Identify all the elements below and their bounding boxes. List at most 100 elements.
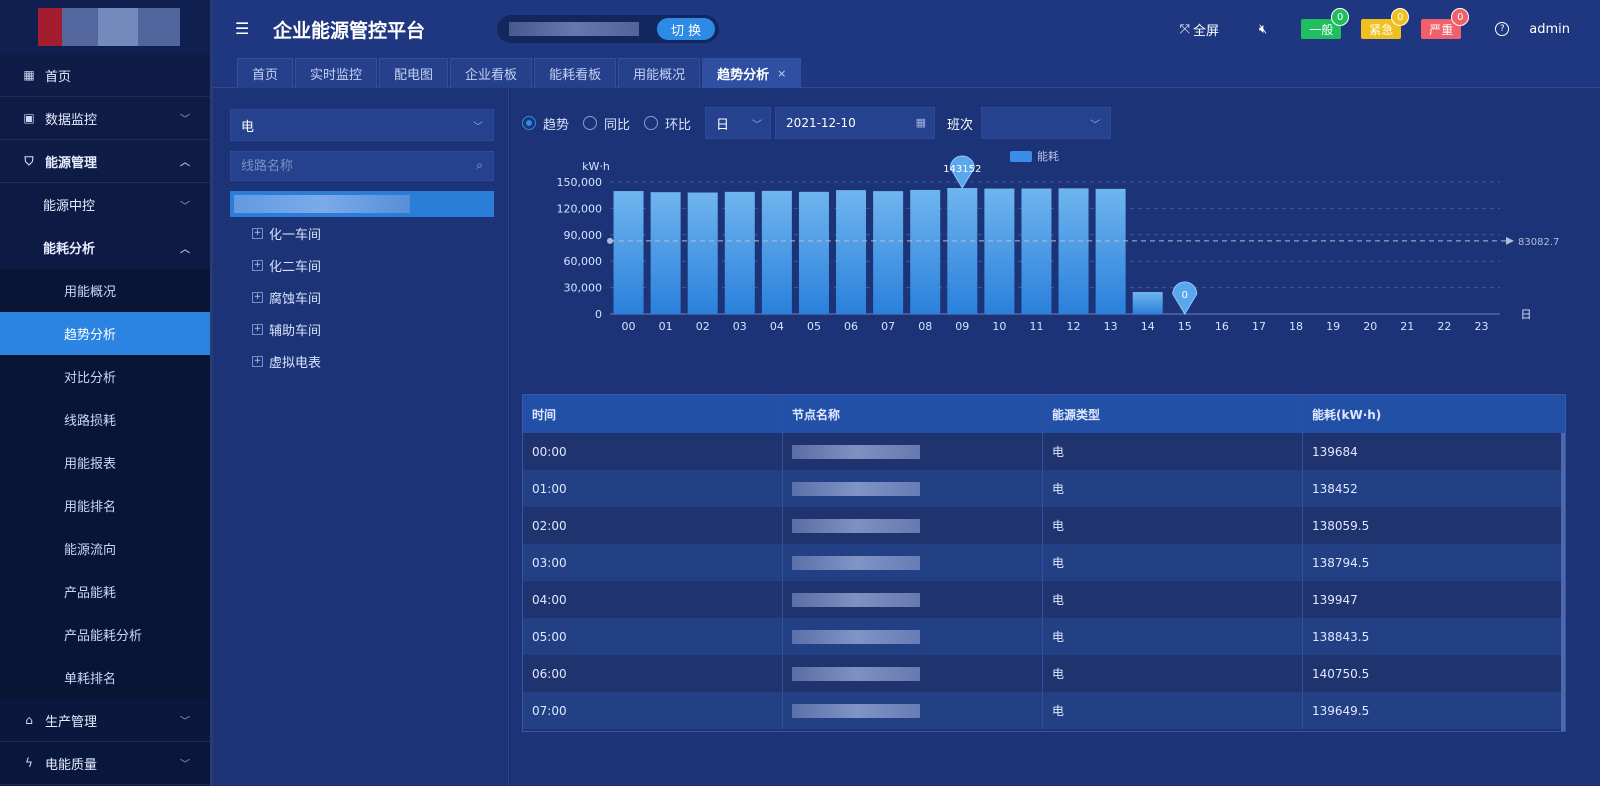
line-search-input[interactable] [241, 158, 441, 174]
alarm-badge-0[interactable]: 一般 0 [1301, 8, 1350, 39]
table-row[interactable]: 01:00 电 138452 [523, 470, 1565, 507]
alarm-badge-1[interactable]: 紧急 0 [1361, 8, 1410, 39]
table-row[interactable]: 06:00 电 140750.5 [523, 655, 1565, 692]
tree-node-label: 化一车间 [269, 227, 322, 243]
radio-option-0[interactable]: 趋势 [522, 114, 569, 133]
energy-type-select[interactable]: 电 ﹀ [230, 109, 494, 141]
tree-node[interactable]: + 辅助车间 [230, 313, 494, 345]
sidebar-item-label: 趋势分析 [64, 328, 117, 343]
legend-label: 能耗 [1037, 149, 1059, 163]
sidebar-item-9[interactable]: 用能报表 [0, 441, 210, 484]
expand-icon[interactable]: + [252, 259, 263, 271]
x-tick-label: 11 [1029, 320, 1043, 333]
top-header: ☰ 企业能源管控平台 切 换 ⤧ 全屏 🔇︎ 一般 0 紧急 0 严重 0 ? admin [213, 0, 1600, 58]
table-cell [783, 433, 1043, 470]
calendar-icon: ▦ [915, 116, 927, 129]
search-icon[interactable]: ⌕ [476, 158, 483, 173]
expand-icon[interactable]: + [252, 291, 263, 303]
column-header[interactable]: 节点名称 [783, 395, 1043, 433]
tree-root-node[interactable] [230, 191, 494, 217]
radio-option-2[interactable]: 环比 [644, 114, 691, 133]
sidebar-item-label: 用能概况 [64, 285, 117, 300]
column-header[interactable]: 时间 [523, 395, 783, 433]
radio-dot[interactable] [644, 116, 659, 130]
x-tick-label: 10 [992, 320, 1006, 333]
expand-icon[interactable]: + [252, 323, 263, 335]
tab-4[interactable]: 能耗看板 [534, 58, 617, 88]
tab-5[interactable]: 用能概况 [618, 58, 701, 88]
sidebar-item-7[interactable]: 对比分析 [0, 355, 210, 398]
tab-3[interactable]: 企业看板 [450, 58, 533, 88]
close-icon[interactable]: × [777, 67, 786, 80]
username[interactable]: admin [1529, 22, 1570, 37]
switch-button[interactable]: 切 换 [657, 18, 716, 40]
alarm-label: 紧急 [1369, 22, 1394, 37]
period-value: 日 [716, 117, 730, 133]
x-tick-label: 09 [955, 320, 969, 333]
bar-04 [761, 190, 792, 314]
expand-icon[interactable]: + [252, 355, 263, 367]
sidebar: ▦ 首页 ▣ 数据监控 ﹀ ⛉ 能源管理 ︿ 能源中控 ﹀ 能耗分析 ︿ 用能概况趋势分析对比分析 线路损… [0, 0, 213, 786]
sidebar-item-14[interactable]: 单耗排名 [0, 656, 210, 699]
column-header[interactable]: 能耗(kW·h) [1303, 395, 1565, 433]
sidebar-menu: ▦ 首页 ▣ 数据监控 ﹀ ⛉ 能源管理 ︿ 能源中控 ﹀ 能耗分析 ︿ 用能概况趋势分析对比分析 线路损… [0, 54, 210, 785]
tree-node[interactable]: + 化一车间 [230, 217, 494, 249]
table-row[interactable]: 03:00 电 138794.5 [523, 544, 1565, 581]
help-icon[interactable]: ? [1495, 22, 1510, 36]
tree-node[interactable]: + 腐蚀车间 [230, 281, 494, 313]
sidebar-item-3[interactable]: 能源中控 ﹀ [0, 183, 210, 226]
sidebar-item-13[interactable]: 产品能耗分析 [0, 613, 210, 656]
tab-label: 实时监控 [310, 68, 363, 83]
table-cell [783, 507, 1043, 544]
tree-panel: 电 ﹀ ⌕ + 化一车间 + 化二车间 + 腐蚀车间 + 辅助车间 + 虚拟电表 [213, 88, 509, 786]
mute-icon: 🔇︎ [1259, 21, 1268, 37]
tab-0[interactable]: 首页 [237, 58, 294, 88]
table-cell [783, 581, 1043, 618]
table-row[interactable]: 02:00 电 138059.5 [523, 507, 1565, 544]
mute-button[interactable]: 🔇︎ [1259, 22, 1267, 37]
table-cell [783, 470, 1043, 507]
alarm-count: 0 [1451, 8, 1470, 26]
table-scrollbar[interactable] [1561, 433, 1565, 731]
table-row[interactable]: 07:00 电 139649.5 [523, 692, 1565, 729]
table-row[interactable]: 04:00 电 139947 [523, 581, 1565, 618]
tab-6[interactable]: 趋势分析 × [702, 58, 802, 88]
column-header[interactable]: 能源类型 [1043, 395, 1303, 433]
table-cell: 138059.5 [1312, 518, 1370, 533]
sidebar-item-8[interactable]: 线路损耗 [0, 398, 210, 441]
sidebar-item-10[interactable]: 用能排名 [0, 484, 210, 527]
table-cell: 电 [1043, 433, 1303, 470]
sidebar-item-0[interactable]: ▦ 首页 [0, 54, 210, 97]
sidebar-item-11[interactable]: 能源流向 [0, 527, 210, 570]
tab-1[interactable]: 实时监控 [295, 58, 378, 88]
sidebar-item-16[interactable]: ϟ 电能质量 ﹀ [0, 742, 210, 785]
sidebar-item-4[interactable]: 能耗分析 ︿ [0, 226, 210, 269]
sidebar-item-1[interactable]: ▣ 数据监控 ﹀ [0, 97, 210, 140]
sidebar-item-5[interactable]: 用能概况 [0, 269, 210, 312]
tab-2[interactable]: 配电图 [379, 58, 449, 88]
sidebar-item-2[interactable]: ⛉ 能源管理 ︿ [0, 140, 210, 183]
expand-icon[interactable]: + [252, 227, 263, 239]
sidebar-item-6[interactable]: 趋势分析 [0, 312, 210, 355]
sidebar-item-label: 能源管理 [45, 155, 98, 171]
node-name-redacted [792, 629, 920, 644]
radio-dot[interactable] [583, 116, 598, 130]
shift-select[interactable]: ﹀ [981, 107, 1112, 139]
table-cell: 电 [1043, 581, 1303, 618]
sidebar-item-12[interactable]: 产品能耗 [0, 570, 210, 613]
radio-option-1[interactable]: 同比 [583, 114, 630, 133]
sidebar-item-15[interactable]: ⌂ 生产管理 ﹀ [0, 699, 210, 742]
date-picker[interactable]: 2021-12-10 ▦ [775, 107, 936, 139]
fullscreen-button[interactable]: ⤧ 全屏 [1180, 20, 1219, 39]
x-tick-label: 20 [1363, 320, 1377, 333]
tree-node[interactable]: + 虚拟电表 [230, 345, 494, 377]
table-row[interactable]: 00:00 电 139684 [523, 433, 1565, 470]
tree-node[interactable]: + 化二车间 [230, 249, 494, 281]
menu-toggle-icon[interactable]: ☰ [235, 21, 253, 37]
table-row[interactable]: 05:00 电 138843.5 [523, 618, 1565, 655]
table-cell: 03:00 [523, 544, 783, 581]
period-select[interactable]: 日 ﹀ [705, 107, 772, 139]
alarm-badge-2[interactable]: 严重 0 [1421, 8, 1470, 39]
radio-dot[interactable] [522, 116, 536, 130]
x-tick-label: 14 [1141, 320, 1155, 333]
